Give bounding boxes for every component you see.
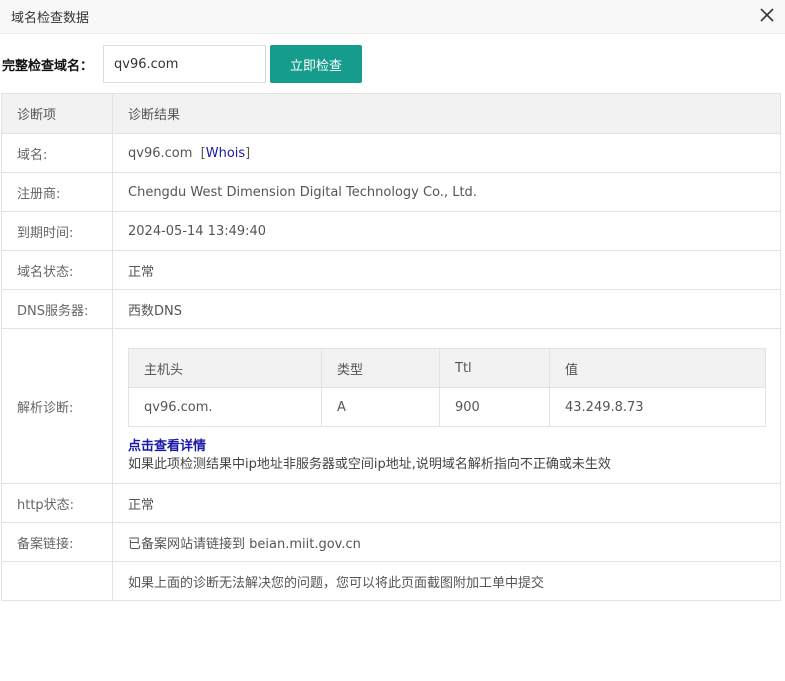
whois-bracket-close: ] bbox=[245, 145, 251, 161]
dns-records-table: 主机头 类型 Ttl 值 qv96.com. A 900 43.249.8.73 bbox=[128, 348, 766, 427]
dns-column-ttl: Ttl bbox=[439, 348, 550, 388]
row-label: 域名状态: bbox=[1, 250, 113, 290]
row-label: 解析诊断: bbox=[1, 328, 113, 484]
dns-header-row: 主机头 类型 Ttl 值 bbox=[128, 348, 766, 388]
dns-type: A bbox=[321, 387, 440, 427]
dialog-titlebar: 域名检查数据 bbox=[0, 0, 785, 34]
dns-column-host: 主机头 bbox=[128, 348, 322, 388]
table-header-row: 诊断项 诊断结果 bbox=[1, 93, 781, 134]
table-row-domain: 域名: qv96.com [Whois] bbox=[1, 133, 781, 173]
dns-column-value: 值 bbox=[549, 348, 766, 388]
expiry-value: 2024-05-14 13:49:40 bbox=[112, 211, 781, 251]
dns-ttl: 900 bbox=[439, 387, 550, 427]
beian-link-text[interactable]: 已备案网站请链接到 beian.miit.gov.cn bbox=[112, 522, 781, 562]
check-now-button[interactable]: 立即检查 bbox=[270, 45, 362, 83]
close-icon[interactable] bbox=[757, 5, 777, 25]
row-value: qv96.com [Whois] bbox=[112, 133, 781, 173]
table-row-http-status: http状态: 正常 bbox=[1, 483, 781, 523]
dialog-title: 域名检查数据 bbox=[11, 11, 90, 26]
row-label: DNS服务器: bbox=[1, 289, 113, 329]
column-header-result: 诊断结果 bbox=[112, 93, 781, 134]
table-row-dns-server: DNS服务器: 西数DNS bbox=[1, 289, 781, 329]
dns-server-value: 西数DNS bbox=[112, 289, 781, 329]
domain-status-value: 正常 bbox=[112, 250, 781, 290]
registrar-value: Chengdu West Dimension Digital Technolog… bbox=[112, 172, 781, 212]
row-label: 注册商: bbox=[1, 172, 113, 212]
dns-hint-text: 如果此项检测结果中ip地址非服务器或空间ip地址,说明域名解析指向不正确或未生效 bbox=[128, 457, 611, 472]
http-status-value: 正常 bbox=[112, 483, 781, 523]
table-row-registrar: 注册商: Chengdu West Dimension Digital Tech… bbox=[1, 172, 781, 212]
domain-query-label: 完整检查域名： bbox=[2, 59, 94, 74]
dns-note: 点击查看详情 如果此项检测结果中ip地址非服务器或空间ip地址,说明域名解析指向… bbox=[128, 438, 765, 474]
table-row-domain-status: 域名状态: 正常 bbox=[1, 250, 781, 290]
view-details-link[interactable]: 点击查看详情 bbox=[128, 439, 206, 454]
domain-input[interactable] bbox=[103, 45, 266, 83]
row-label: 到期时间: bbox=[1, 211, 113, 251]
table-row-footer-note: 如果上面的诊断无法解决您的问题，您可以将此页面截图附加工单中提交 bbox=[1, 561, 781, 601]
row-label: 域名: bbox=[1, 133, 113, 173]
dns-host: qv96.com. bbox=[128, 387, 322, 427]
table-row-resolution: 解析诊断: 主机头 类型 Ttl 值 qv96.com. A 900 43.24… bbox=[1, 328, 781, 484]
dns-column-type: 类型 bbox=[321, 348, 440, 388]
diagnosis-table: 诊断项 诊断结果 域名: qv96.com [Whois] 注册商: Cheng… bbox=[1, 93, 781, 601]
whois-link[interactable]: Whois bbox=[206, 146, 245, 161]
resolution-cell: 主机头 类型 Ttl 值 qv96.com. A 900 43.249.8.73… bbox=[112, 328, 781, 484]
dns-value: 43.249.8.73 bbox=[549, 387, 766, 427]
table-row-expiry: 到期时间: 2024-05-14 13:49:40 bbox=[1, 211, 781, 251]
column-header-item: 诊断项 bbox=[1, 93, 113, 134]
dns-record-row: qv96.com. A 900 43.249.8.73 bbox=[128, 387, 766, 427]
domain-query-form: 完整检查域名： 立即检查 bbox=[0, 44, 785, 84]
footer-note: 如果上面的诊断无法解决您的问题，您可以将此页面截图附加工单中提交 bbox=[112, 561, 781, 601]
row-label: http状态: bbox=[1, 483, 113, 523]
empty-cell bbox=[1, 561, 113, 601]
domain-value: qv96.com bbox=[128, 145, 193, 161]
row-label: 备案链接: bbox=[1, 522, 113, 562]
table-row-beian: 备案链接: 已备案网站请链接到 beian.miit.gov.cn bbox=[1, 522, 781, 562]
